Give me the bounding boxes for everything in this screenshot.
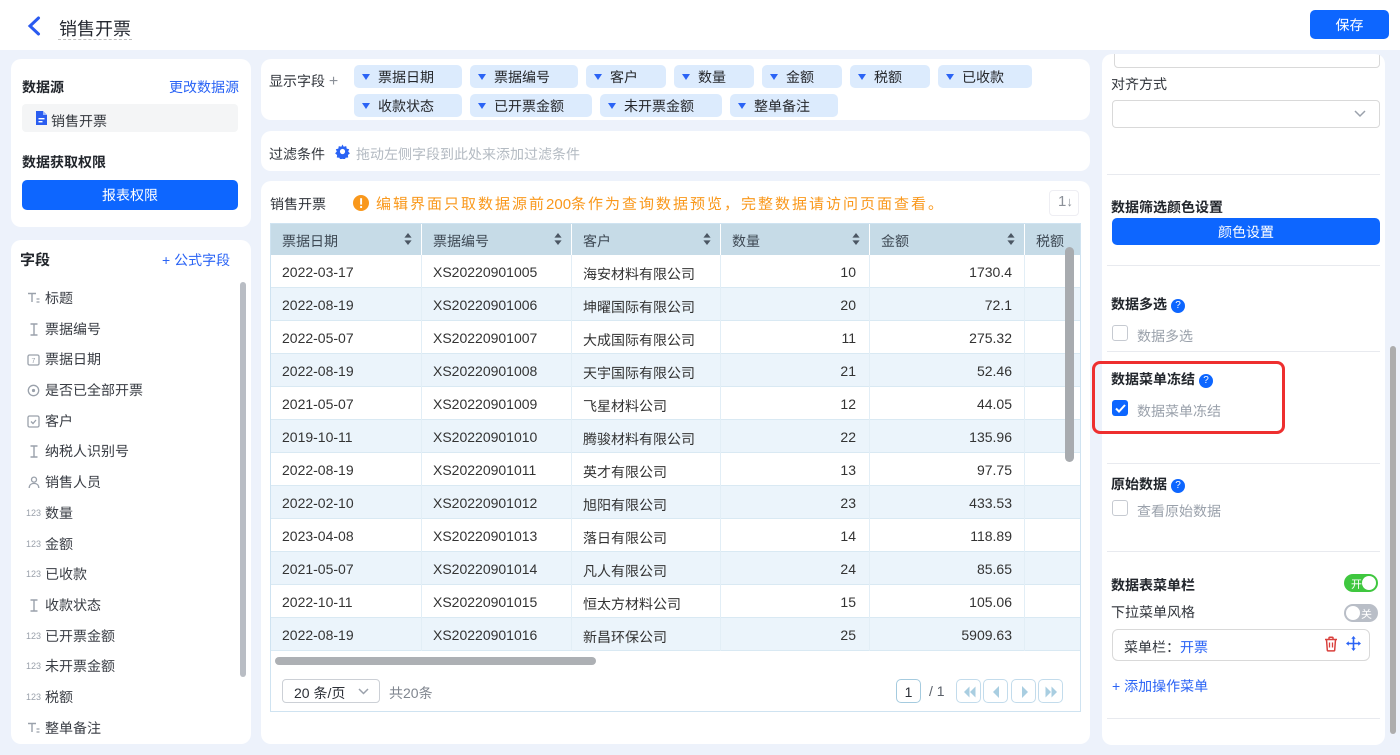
svg-text:7: 7 xyxy=(32,358,36,365)
